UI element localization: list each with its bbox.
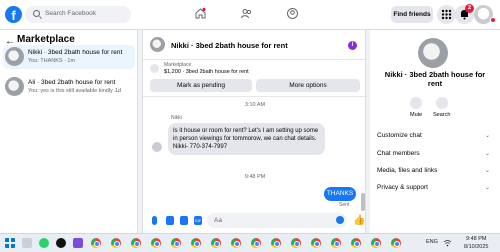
search-icon[interactable] xyxy=(436,97,448,109)
message-composer: GIF Aa 👍 xyxy=(143,209,367,233)
search-input[interactable]: Search Facebook xyxy=(45,10,96,17)
listing-thumbnail xyxy=(5,77,24,96)
sidebar-title: Marketplace xyxy=(17,34,75,45)
bell-icon[interactable] xyxy=(410,97,422,109)
more-options-button[interactable]: More options xyxy=(256,79,360,92)
media-files-item[interactable]: Media, files and links xyxy=(377,167,437,174)
chrome-icon[interactable] xyxy=(231,238,241,248)
timestamp: 3:10 AM xyxy=(244,102,266,108)
search-bar[interactable]: Search Facebook xyxy=(25,6,131,23)
marketplace-sidebar: ← Marketplace Nikki · 3bed 2bath house f… xyxy=(0,30,138,233)
listing-avatar xyxy=(418,38,448,68)
microphone-icon[interactable] xyxy=(152,216,157,225)
chrome-icon[interactable] xyxy=(331,238,341,248)
message-thread: 3:10 AM Nikki Is it house or room for re… xyxy=(143,96,367,211)
conversation-snippet: You: yes is this still available kindly … xyxy=(28,88,119,94)
messenger-button[interactable] xyxy=(437,5,456,24)
incoming-message: Is it house or room for rent? Let's I am… xyxy=(168,123,325,155)
wifi-icon[interactable] xyxy=(443,239,452,247)
chat-header: Nikki · 3bed 2bath house for rent i xyxy=(143,30,367,60)
message-input[interactable]: Aa xyxy=(207,213,347,228)
customize-chat-item[interactable]: Customize chat xyxy=(377,132,422,139)
whatsapp-icon[interactable] xyxy=(39,238,49,248)
listing-label: Marketplace xyxy=(164,62,192,68)
app-icon[interactable] xyxy=(73,238,83,248)
details-title: Nikki · 3bed 2bath house for rent xyxy=(384,70,486,88)
mute-label: Mute xyxy=(410,112,423,118)
sender-avatar xyxy=(152,142,162,152)
conversation-item[interactable]: Nikki · 3bed 2bath house for rent You: T… xyxy=(3,45,135,69)
clock-date[interactable]: 8/10/2025 xyxy=(464,244,488,250)
top-navigation-bar: f Search Facebook Find friends 2 xyxy=(0,0,500,30)
chevron-down-icon: ⌄ xyxy=(485,151,491,157)
menu-grid-icon xyxy=(441,9,452,20)
sticker-icon[interactable] xyxy=(180,216,188,225)
outgoing-message: THANKS xyxy=(324,187,356,201)
mark-as-pending-button[interactable]: Mark as pending xyxy=(150,79,252,92)
chrome-icon[interactable] xyxy=(151,238,161,248)
conversation-item[interactable]: Ali · 3bed 2bath house for rent You: yes… xyxy=(3,75,135,99)
chrome-icon[interactable] xyxy=(371,238,381,248)
home-icon[interactable] xyxy=(194,7,207,20)
chrome-icon[interactable] xyxy=(211,238,221,248)
privacy-support-item[interactable]: Privacy & support xyxy=(377,184,428,191)
marketplace-icon xyxy=(150,64,159,73)
gif-icon[interactable]: GIF xyxy=(194,216,202,225)
chat-details-panel: Nikki · 3bed 2bath house for rent Mute S… xyxy=(370,30,500,233)
chrome-icon[interactable] xyxy=(251,238,261,248)
chrome-icon[interactable] xyxy=(291,238,301,248)
timestamp: 9:48 PM xyxy=(244,174,266,180)
info-icon[interactable]: i xyxy=(348,41,357,50)
search-label: Search xyxy=(433,112,451,118)
listing-detail: $1,200 · 3bed 2bath house for rent xyxy=(164,69,249,75)
chevron-down-icon: ⌄ xyxy=(485,185,491,191)
chevron-down-icon: ⌄ xyxy=(485,168,491,174)
tiktok-icon[interactable] xyxy=(56,238,66,248)
friends-icon[interactable] xyxy=(240,7,253,20)
photo-icon[interactable] xyxy=(166,216,174,225)
chat-members-item[interactable]: Chat members xyxy=(377,150,420,157)
chrome-icon[interactable] xyxy=(391,238,401,248)
emoji-icon[interactable] xyxy=(336,216,344,224)
chat-avatar[interactable] xyxy=(150,37,165,52)
chevron-down-icon: ⌄ xyxy=(485,133,491,139)
status-dot xyxy=(490,17,496,23)
groups-icon[interactable] xyxy=(286,7,299,20)
chrome-icon[interactable] xyxy=(91,238,101,248)
chrome-icon[interactable] xyxy=(171,238,181,248)
chrome-icon[interactable] xyxy=(191,238,201,248)
chrome-icon[interactable] xyxy=(131,238,141,248)
conversation-title: Nikki · 3bed 2bath house for rent xyxy=(28,49,123,56)
facebook-logo[interactable]: f xyxy=(5,6,22,23)
clock-time[interactable]: 9:48 PM xyxy=(466,236,486,242)
chrome-icon[interactable] xyxy=(111,238,121,248)
listing-banner[interactable]: Marketplace $1,200 · 3bed 2bath house fo… xyxy=(148,60,362,78)
windows-taskbar: ENG 9:48 PM 8/10/2025 xyxy=(0,233,500,252)
thumbs-up-icon[interactable]: 👍 xyxy=(353,215,365,226)
conversation-time: 1d xyxy=(115,88,122,94)
chrome-icon[interactable] xyxy=(311,238,321,248)
sender-name: Nikki xyxy=(171,115,182,121)
chrome-icon[interactable] xyxy=(271,238,281,248)
file-explorer-icon[interactable] xyxy=(22,238,32,248)
chrome-icon[interactable] xyxy=(351,238,361,248)
conversation-snippet: You: THANKS · 1m xyxy=(28,58,76,64)
sent-status: Sent xyxy=(339,202,350,208)
chat-title[interactable]: Nikki · 3bed 2bath house for rent xyxy=(171,41,288,50)
notification-badge: 2 xyxy=(465,4,474,13)
search-icon xyxy=(33,10,40,17)
message-input-placeholder: Aa xyxy=(214,217,222,224)
listing-thumbnail xyxy=(5,47,24,66)
find-friends-button[interactable]: Find friends xyxy=(391,6,433,23)
windows-start-icon[interactable] xyxy=(5,238,15,248)
conversation-title: Ali · 3bed 2bath house for rent xyxy=(28,79,116,86)
language-indicator[interactable]: ENG xyxy=(426,239,438,245)
chat-panel: Nikki · 3bed 2bath house for rent i Mark… xyxy=(142,30,367,233)
